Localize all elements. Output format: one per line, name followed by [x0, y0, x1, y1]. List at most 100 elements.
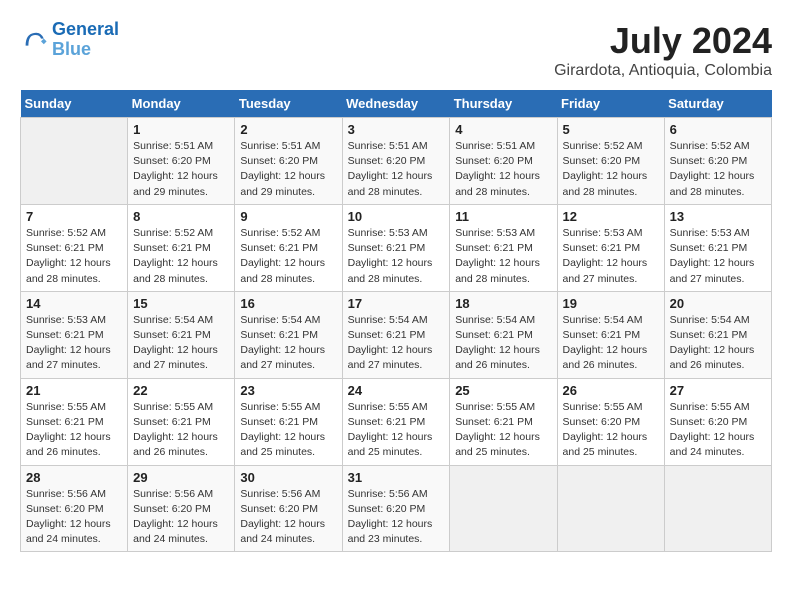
- day-number: 31: [348, 470, 445, 485]
- day-number: 8: [133, 209, 229, 224]
- day-info: Sunrise: 5:52 AM Sunset: 6:20 PM Dayligh…: [563, 139, 659, 200]
- day-info: Sunrise: 5:55 AM Sunset: 6:21 PM Dayligh…: [455, 400, 551, 461]
- weekday-header-row: SundayMondayTuesdayWednesdayThursdayFrid…: [21, 90, 772, 118]
- day-info: Sunrise: 5:52 AM Sunset: 6:21 PM Dayligh…: [26, 226, 122, 287]
- calendar-cell: 16 Sunrise: 5:54 AM Sunset: 6:21 PM Dayli…: [235, 291, 342, 378]
- day-info: Sunrise: 5:54 AM Sunset: 6:21 PM Dayligh…: [133, 313, 229, 374]
- calendar-cell: [21, 118, 128, 205]
- day-number: 5: [563, 122, 659, 137]
- day-info: Sunrise: 5:54 AM Sunset: 6:21 PM Dayligh…: [563, 313, 659, 374]
- weekday-header: Saturday: [664, 90, 771, 118]
- day-info: Sunrise: 5:55 AM Sunset: 6:20 PM Dayligh…: [670, 400, 766, 461]
- day-info: Sunrise: 5:55 AM Sunset: 6:20 PM Dayligh…: [563, 400, 659, 461]
- day-number: 4: [455, 122, 551, 137]
- calendar-cell: 23 Sunrise: 5:55 AM Sunset: 6:21 PM Dayli…: [235, 378, 342, 465]
- weekday-header: Thursday: [450, 90, 557, 118]
- calendar-cell: 27 Sunrise: 5:55 AM Sunset: 6:20 PM Dayli…: [664, 378, 771, 465]
- day-number: 26: [563, 383, 659, 398]
- day-info: Sunrise: 5:53 AM Sunset: 6:21 PM Dayligh…: [348, 226, 445, 287]
- day-info: Sunrise: 5:52 AM Sunset: 6:21 PM Dayligh…: [240, 226, 336, 287]
- day-info: Sunrise: 5:51 AM Sunset: 6:20 PM Dayligh…: [455, 139, 551, 200]
- weekday-header: Wednesday: [342, 90, 450, 118]
- weekday-header: Sunday: [21, 90, 128, 118]
- calendar-subtitle: Girardota, Antioquia, Colombia: [554, 62, 772, 80]
- calendar-cell: 3 Sunrise: 5:51 AM Sunset: 6:20 PM Daylig…: [342, 118, 450, 205]
- day-info: Sunrise: 5:55 AM Sunset: 6:21 PM Dayligh…: [133, 400, 229, 461]
- title-area: July 2024 Girardota, Antioquia, Colombia: [554, 20, 772, 80]
- day-info: Sunrise: 5:54 AM Sunset: 6:21 PM Dayligh…: [240, 313, 336, 374]
- weekday-header: Monday: [128, 90, 235, 118]
- calendar-cell: [450, 465, 557, 552]
- weekday-header: Friday: [557, 90, 664, 118]
- calendar-cell: 13 Sunrise: 5:53 AM Sunset: 6:21 PM Dayli…: [664, 204, 771, 291]
- calendar-cell: 7 Sunrise: 5:52 AM Sunset: 6:21 PM Daylig…: [21, 204, 128, 291]
- day-number: 27: [670, 383, 766, 398]
- day-info: Sunrise: 5:54 AM Sunset: 6:21 PM Dayligh…: [670, 313, 766, 374]
- calendar-cell: 6 Sunrise: 5:52 AM Sunset: 6:20 PM Daylig…: [664, 118, 771, 205]
- day-info: Sunrise: 5:51 AM Sunset: 6:20 PM Dayligh…: [240, 139, 336, 200]
- calendar-week-row: 14 Sunrise: 5:53 AM Sunset: 6:21 PM Dayli…: [21, 291, 772, 378]
- calendar-week-row: 21 Sunrise: 5:55 AM Sunset: 6:21 PM Dayli…: [21, 378, 772, 465]
- calendar-cell: 20 Sunrise: 5:54 AM Sunset: 6:21 PM Dayli…: [664, 291, 771, 378]
- day-number: 3: [348, 122, 445, 137]
- logo: GeneralBlue: [20, 20, 119, 60]
- day-number: 2: [240, 122, 336, 137]
- calendar-cell: 26 Sunrise: 5:55 AM Sunset: 6:20 PM Dayli…: [557, 378, 664, 465]
- day-info: Sunrise: 5:52 AM Sunset: 6:20 PM Dayligh…: [670, 139, 766, 200]
- day-number: 18: [455, 296, 551, 311]
- day-info: Sunrise: 5:55 AM Sunset: 6:21 PM Dayligh…: [348, 400, 445, 461]
- day-number: 28: [26, 470, 122, 485]
- calendar-cell: 1Sunrise: 5:51 AM Sunset: 6:20 PM Daylig…: [128, 118, 235, 205]
- calendar-cell: 21 Sunrise: 5:55 AM Sunset: 6:21 PM Dayli…: [21, 378, 128, 465]
- day-info: Sunrise: 5:53 AM Sunset: 6:21 PM Dayligh…: [455, 226, 551, 287]
- calendar-cell: 2 Sunrise: 5:51 AM Sunset: 6:20 PM Daylig…: [235, 118, 342, 205]
- day-number: 9: [240, 209, 336, 224]
- calendar-cell: 19 Sunrise: 5:54 AM Sunset: 6:21 PM Dayli…: [557, 291, 664, 378]
- day-info: Sunrise: 5:54 AM Sunset: 6:21 PM Dayligh…: [455, 313, 551, 374]
- calendar-cell: 5 Sunrise: 5:52 AM Sunset: 6:20 PM Daylig…: [557, 118, 664, 205]
- day-info: Sunrise: 5:53 AM Sunset: 6:21 PM Dayligh…: [670, 226, 766, 287]
- day-info: Sunrise: 5:56 AM Sunset: 6:20 PM Dayligh…: [133, 487, 229, 548]
- day-number: 21: [26, 383, 122, 398]
- logo-text: GeneralBlue: [52, 20, 119, 60]
- day-info: Sunrise: 5:56 AM Sunset: 6:20 PM Dayligh…: [26, 487, 122, 548]
- day-info: Sunrise: 5:56 AM Sunset: 6:20 PM Dayligh…: [348, 487, 445, 548]
- calendar-cell: 18 Sunrise: 5:54 AM Sunset: 6:21 PM Dayli…: [450, 291, 557, 378]
- day-number: 6: [670, 122, 766, 137]
- day-number: 17: [348, 296, 445, 311]
- calendar-cell: [557, 465, 664, 552]
- calendar-week-row: 28 Sunrise: 5:56 AM Sunset: 6:20 PM Dayli…: [21, 465, 772, 552]
- calendar-table: SundayMondayTuesdayWednesdayThursdayFrid…: [20, 90, 772, 552]
- day-number: 22: [133, 383, 229, 398]
- day-number: 19: [563, 296, 659, 311]
- calendar-cell: 11Sunrise: 5:53 AM Sunset: 6:21 PM Dayli…: [450, 204, 557, 291]
- day-info: Sunrise: 5:52 AM Sunset: 6:21 PM Dayligh…: [133, 226, 229, 287]
- day-info: Sunrise: 5:51 AM Sunset: 6:20 PM Dayligh…: [348, 139, 445, 200]
- calendar-cell: 10Sunrise: 5:53 AM Sunset: 6:21 PM Dayli…: [342, 204, 450, 291]
- day-number: 20: [670, 296, 766, 311]
- day-number: 25: [455, 383, 551, 398]
- logo-icon: [20, 26, 48, 54]
- calendar-cell: 8 Sunrise: 5:52 AM Sunset: 6:21 PM Daylig…: [128, 204, 235, 291]
- day-number: 23: [240, 383, 336, 398]
- calendar-cell: [664, 465, 771, 552]
- day-number: 7: [26, 209, 122, 224]
- calendar-cell: 22 Sunrise: 5:55 AM Sunset: 6:21 PM Dayli…: [128, 378, 235, 465]
- day-number: 15: [133, 296, 229, 311]
- calendar-cell: 30 Sunrise: 5:56 AM Sunset: 6:20 PM Dayli…: [235, 465, 342, 552]
- day-number: 14: [26, 296, 122, 311]
- day-number: 16: [240, 296, 336, 311]
- day-number: 13: [670, 209, 766, 224]
- day-info: Sunrise: 5:55 AM Sunset: 6:21 PM Dayligh…: [26, 400, 122, 461]
- calendar-cell: 14 Sunrise: 5:53 AM Sunset: 6:21 PM Dayli…: [21, 291, 128, 378]
- day-info: Sunrise: 5:55 AM Sunset: 6:21 PM Dayligh…: [240, 400, 336, 461]
- calendar-cell: 31 Sunrise: 5:56 AM Sunset: 6:20 PM Dayli…: [342, 465, 450, 552]
- calendar-cell: 24Sunrise: 5:55 AM Sunset: 6:21 PM Dayli…: [342, 378, 450, 465]
- day-number: 30: [240, 470, 336, 485]
- calendar-title: July 2024: [554, 20, 772, 62]
- day-info: Sunrise: 5:56 AM Sunset: 6:20 PM Dayligh…: [240, 487, 336, 548]
- day-info: Sunrise: 5:53 AM Sunset: 6:21 PM Dayligh…: [26, 313, 122, 374]
- calendar-cell: 12Sunrise: 5:53 AM Sunset: 6:21 PM Dayli…: [557, 204, 664, 291]
- calendar-cell: 9 Sunrise: 5:52 AM Sunset: 6:21 PM Daylig…: [235, 204, 342, 291]
- calendar-cell: 29Sunrise: 5:56 AM Sunset: 6:20 PM Dayli…: [128, 465, 235, 552]
